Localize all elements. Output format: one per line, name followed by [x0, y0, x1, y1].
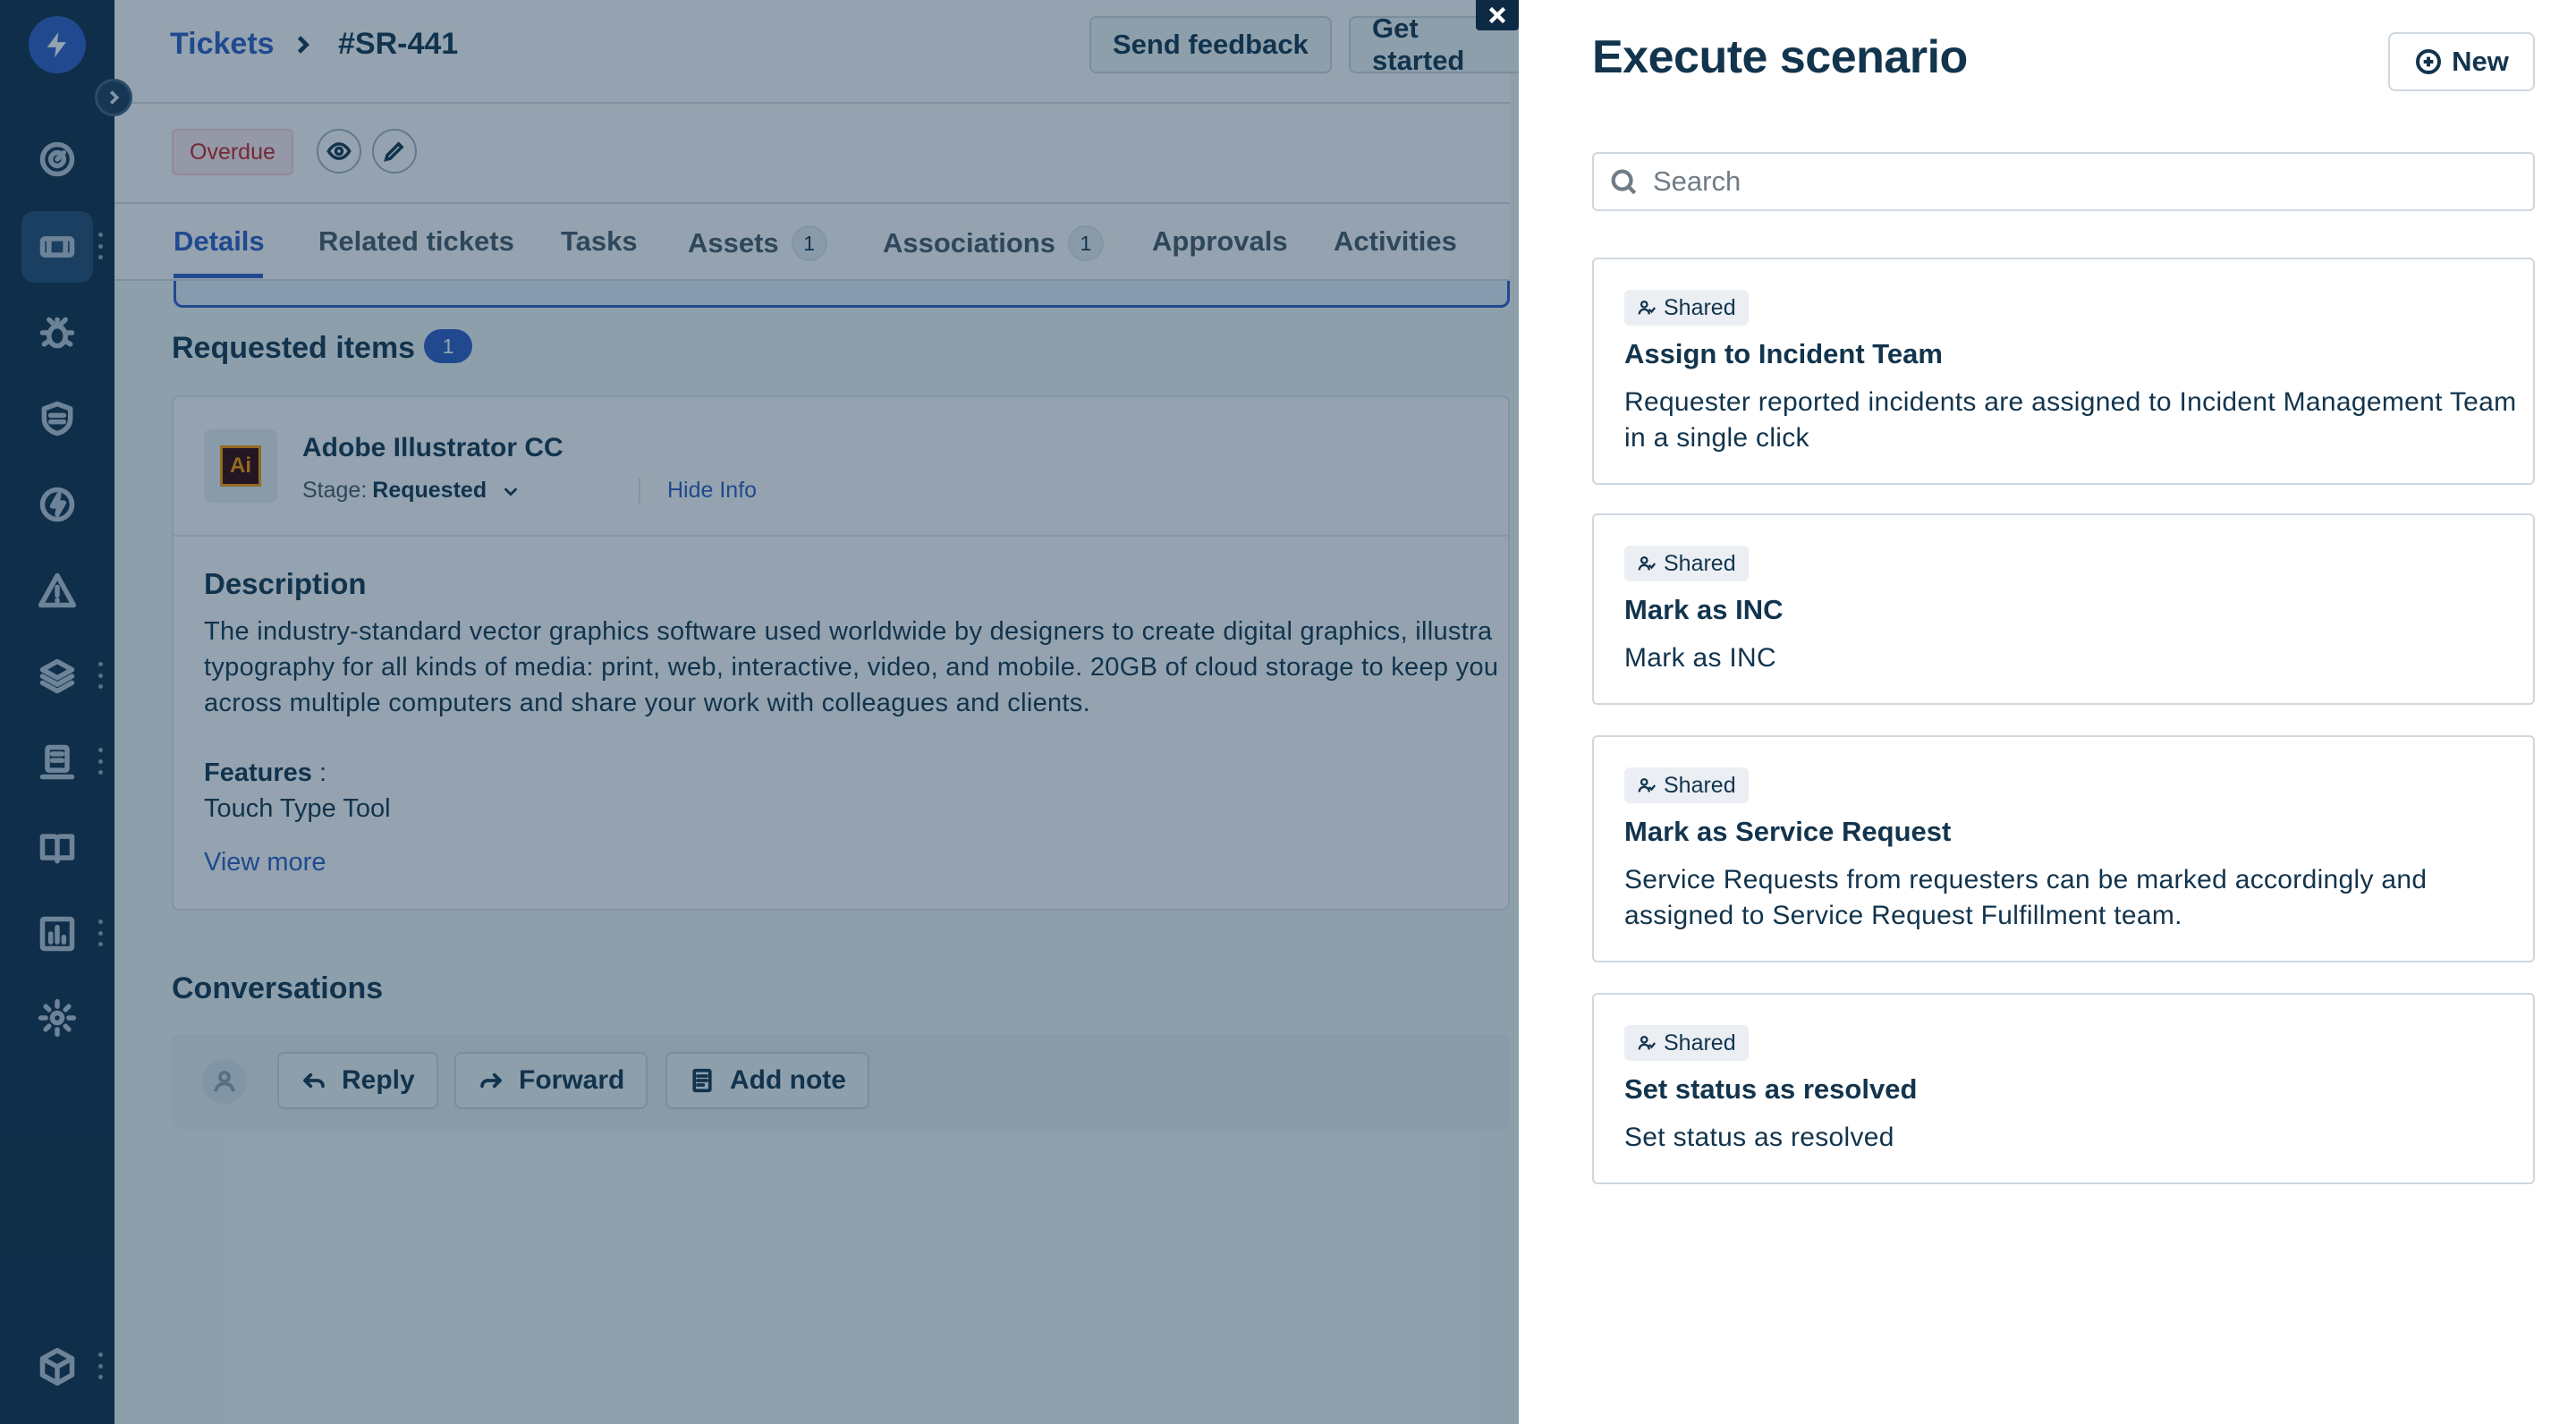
scenario-card[interactable]: Shared Set status as resolved Set status… — [1592, 993, 2535, 1184]
scenario-name: Set status as resolved — [1624, 1073, 1918, 1105]
scenario-card[interactable]: Shared Mark as INC Mark as INC — [1592, 513, 2535, 705]
search-icon — [1611, 169, 1637, 195]
shared-tag: Shared — [1624, 1025, 1749, 1061]
modal-overlay[interactable] — [0, 0, 1519, 1424]
shared-users-icon — [1638, 555, 1657, 571]
shared-tag: Shared — [1624, 290, 1749, 326]
shared-users-icon — [1638, 777, 1657, 793]
scenario-name: Assign to Incident Team — [1624, 338, 1943, 369]
shared-users-icon — [1638, 1035, 1657, 1050]
scenario-description: Service Requests from requesters can be … — [1624, 865, 2428, 930]
shared-users-icon — [1638, 300, 1657, 315]
search-input[interactable] — [1653, 165, 2512, 198]
scenario-description: Requester reported incidents are assigne… — [1624, 387, 2517, 453]
scenario-description: Mark as INC — [1624, 643, 1776, 673]
scenario-card[interactable]: Shared Assign to Incident Team Requester… — [1592, 258, 2535, 485]
drawer-title: Execute scenario — [1592, 31, 1968, 83]
shared-tag: Shared — [1624, 767, 1749, 803]
plus-circle-icon — [2416, 49, 2442, 74]
scenario-name: Mark as Service Request — [1624, 816, 1952, 847]
close-drawer-button[interactable] — [1476, 0, 1519, 30]
scenario-search — [1592, 152, 2535, 211]
execute-scenario-drawer: Execute scenario New Shared Assign to In… — [1519, 0, 2576, 1424]
scenario-card[interactable]: Shared Mark as Service Request Service R… — [1592, 735, 2535, 962]
close-icon — [1488, 6, 1506, 24]
scenario-name: Mark as INC — [1624, 594, 1784, 625]
shared-tag: Shared — [1624, 546, 1749, 581]
scenario-description: Set status as resolved — [1624, 1123, 1894, 1152]
new-scenario-button[interactable]: New — [2388, 32, 2535, 91]
